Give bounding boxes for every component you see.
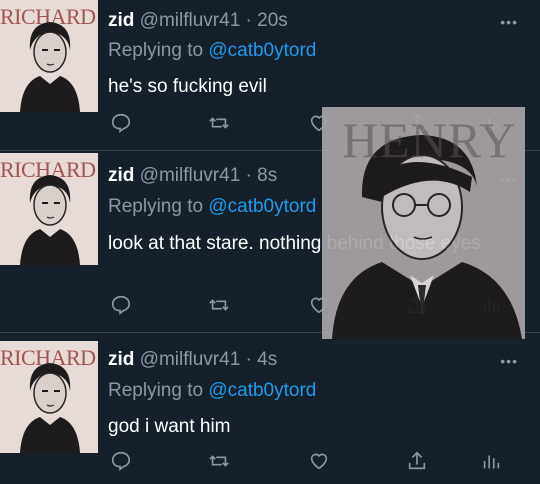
handle-time: @milfluvr41 · 20s (139, 10, 288, 31)
like-icon[interactable] (308, 450, 334, 476)
action-bar (108, 450, 508, 476)
display-name[interactable]: zid (108, 10, 134, 31)
avatar[interactable]: RICHARD (0, 0, 98, 112)
retweet-icon[interactable] (208, 112, 234, 138)
tweet-header: zid @milfluvr41 · 8s (108, 165, 277, 187)
overlay-title: HENRY (342, 112, 517, 168)
replying-to-label: Replying to (108, 380, 209, 401)
more-icon[interactable]: ••• (500, 14, 518, 30)
tweet-text: he's so fucking evil (108, 76, 267, 97)
reply-icon[interactable] (110, 294, 136, 320)
reply-handle-link[interactable]: @catb0ytord (208, 40, 316, 61)
avatar[interactable]: RICHARD (0, 341, 98, 453)
replying-to: Replying to @catb0ytord (108, 196, 316, 218)
overlay-portrait-image: HENRY (322, 107, 525, 339)
handle-time: @milfluvr41 · 8s (139, 165, 278, 186)
replying-to-label: Replying to (108, 40, 209, 61)
tweet-text: god i want him (108, 416, 231, 437)
avatar-portrait-icon (20, 22, 80, 112)
retweet-icon[interactable] (208, 450, 234, 476)
display-name[interactable]: zid (108, 165, 134, 186)
avatar[interactable]: RICHARD (0, 153, 98, 265)
tweet-3[interactable]: RICHARD zid @milfluvr41 · 4s ••• Replyin… (0, 333, 540, 484)
replying-to: Replying to @catb0ytord (108, 380, 316, 402)
handle-time: @milfluvr41 · 4s (139, 349, 278, 370)
reply-icon[interactable] (110, 112, 136, 138)
share-icon[interactable] (406, 450, 432, 476)
tweet-header: zid @milfluvr41 · 20s (108, 10, 288, 32)
more-icon[interactable]: ••• (500, 353, 518, 369)
reply-handle-link[interactable]: @catb0ytord (208, 196, 316, 217)
reply-handle-link[interactable]: @catb0ytord (208, 380, 316, 401)
tweet-header: zid @milfluvr41 · 4s (108, 349, 277, 371)
analytics-icon[interactable] (480, 450, 506, 476)
replying-to: Replying to @catb0ytord (108, 40, 316, 62)
reply-icon[interactable] (110, 450, 136, 476)
avatar-portrait-icon (20, 175, 80, 265)
replying-to-label: Replying to (108, 196, 209, 217)
avatar-portrait-icon (20, 363, 80, 453)
display-name[interactable]: zid (108, 349, 134, 370)
retweet-icon[interactable] (208, 294, 234, 320)
